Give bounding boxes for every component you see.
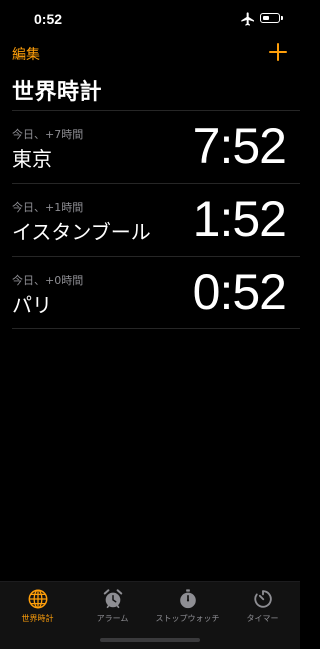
plus-icon[interactable]	[268, 42, 288, 62]
clock-row-istanbul[interactable]: 今日、+1時間 イスタンブール 1:52	[12, 183, 300, 256]
clock-time: 7:52	[192, 118, 287, 174]
tab-label: アラーム	[96, 614, 129, 623]
tab-label: タイマー	[246, 614, 279, 623]
stopwatch-icon	[179, 589, 196, 609]
clock-row-tokyo[interactable]: 今日、+7時間 東京 7:52	[12, 110, 300, 183]
airplane-mode-icon	[241, 12, 254, 26]
clock-time: 1:52	[192, 191, 287, 247]
clock-city: イスタンブール	[12, 220, 151, 244]
home-indicator	[100, 638, 200, 642]
clock-offset: 今日、+1時間	[12, 201, 84, 214]
timer-icon	[253, 590, 272, 608]
world-clock-list: 今日、+7時間 東京 7:52 今日、+1時間 イスタンブール 1:52 今日、…	[12, 110, 300, 329]
status-bar: 0:52	[0, 0, 300, 40]
tab-label: 世界時計	[21, 614, 54, 623]
edit-button[interactable]: 編集	[12, 44, 40, 64]
battery-icon	[260, 13, 280, 23]
clock-offset: 今日、+7時間	[12, 128, 84, 141]
clock-city: パリ	[12, 293, 52, 317]
battery-cap	[281, 16, 283, 20]
battery-level-fill	[262, 15, 269, 20]
tab-label: ストップウォッチ	[155, 614, 220, 623]
clock-time: 0:52	[192, 264, 287, 320]
tab-timer[interactable]: タイマー	[225, 588, 300, 624]
status-time: 0:52	[34, 11, 63, 27]
clock-city: 東京	[12, 147, 52, 171]
tab-world-clock[interactable]: 世界時計	[0, 588, 75, 624]
page-title: 世界時計	[12, 80, 103, 105]
tab-stopwatch[interactable]: ストップウォッチ	[150, 588, 225, 624]
clock-offset: 今日、+0時間	[12, 274, 84, 287]
tab-alarm[interactable]: アラーム	[75, 588, 150, 624]
alarm-clock-icon	[103, 589, 122, 609]
clock-row-paris[interactable]: 今日、+0時間 パリ 0:52	[12, 256, 300, 329]
globe-icon	[28, 589, 47, 609]
